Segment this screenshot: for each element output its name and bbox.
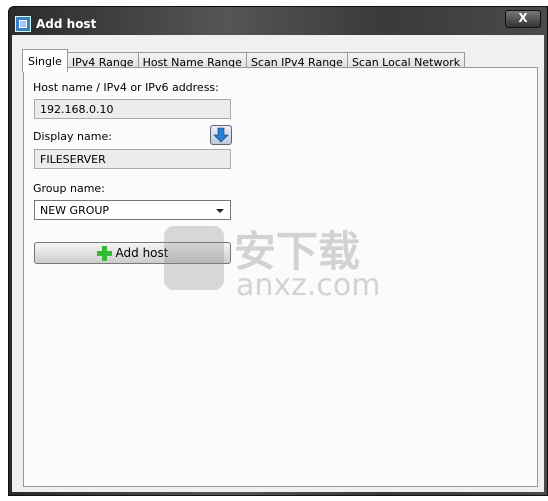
single-tab-panel: Host name / IPv4 or IPv6 address: 192.16… — [23, 67, 538, 487]
arrow-down-icon — [213, 127, 229, 143]
display-name-input[interactable]: FILESERVER — [34, 149, 231, 169]
add-host-button[interactable]: Add host — [34, 242, 231, 264]
group-name-select[interactable]: NEW GROUP — [34, 200, 231, 220]
window-title: Add host — [36, 17, 97, 31]
watermark-en: anxz.com — [236, 268, 381, 303]
close-button[interactable]: X — [505, 10, 541, 28]
watermark-cn: 安下载 — [234, 227, 361, 276]
group-name-label: Group name: — [33, 182, 105, 195]
client-area: Single IPv4 Range Host Name Range Scan I… — [12, 35, 544, 492]
tab-single[interactable]: Single — [22, 49, 68, 72]
add-host-window: Add host X Single IPv4 Range Host Name R… — [8, 6, 548, 496]
add-host-label: Add host — [115, 246, 169, 260]
display-name-label: Display name: — [33, 130, 112, 143]
group-name-value: NEW GROUP — [40, 204, 110, 217]
title-bar: Add host — [15, 13, 96, 35]
chevron-down-icon — [216, 209, 224, 213]
fetch-name-button[interactable] — [210, 125, 232, 145]
host-label: Host name / IPv4 or IPv6 address: — [33, 81, 219, 94]
app-icon — [15, 16, 31, 32]
plus-icon — [96, 245, 112, 261]
host-input[interactable]: 192.168.0.10 — [34, 99, 231, 119]
